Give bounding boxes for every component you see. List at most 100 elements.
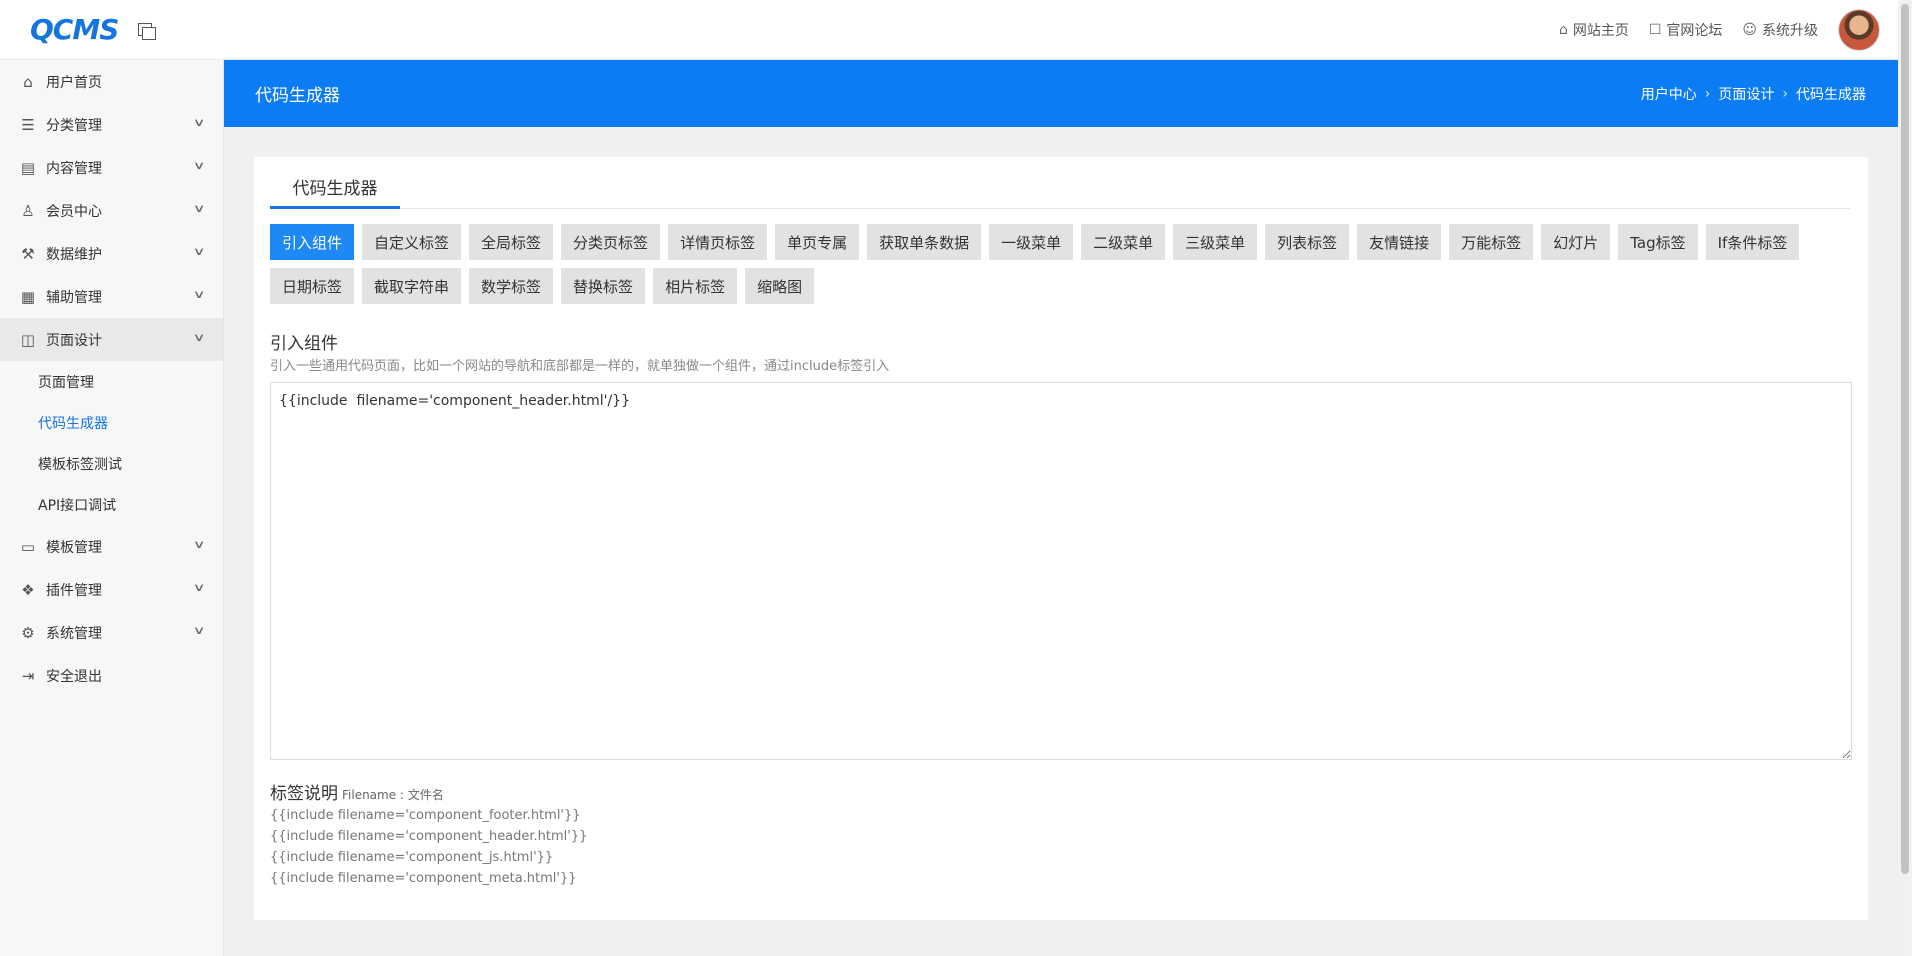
sidebar-item-label: 数据维护 [46, 246, 102, 263]
tag-button-group: 引入组件 自定义标签 全局标签 分类页标签 详情页标签 单页专属 获取单条数据 一级菜单 二级菜… [270, 224, 1850, 304]
tag-button[interactable]: 引入组件 [270, 224, 355, 260]
sidebar-subitem-code-generator[interactable]: 代码生成器 [0, 402, 223, 443]
smile-icon: ☺ [1742, 21, 1757, 38]
sidebar-item-label: 辅助管理 [46, 289, 102, 306]
tag-button[interactable]: 相片标签 [653, 268, 738, 304]
scrollbar-thumb[interactable] [1901, 4, 1909, 874]
tag-button[interactable]: 万能标签 [1449, 224, 1534, 260]
sidebar-item-label: 系统管理 [46, 625, 102, 642]
explain-heading: 标签说明 Filename : 文件名 [270, 779, 444, 804]
sidebar-item-label: 页面设计 [46, 332, 102, 349]
chevron-down-icon: ∨ [192, 245, 206, 258]
tag-button[interactable]: 全局标签 [469, 224, 554, 260]
tag-button[interactable]: 获取单条数据 [867, 224, 982, 260]
example-line: {{include filename='component_js.html'}} [270, 850, 554, 865]
tag-button[interactable]: 友情链接 [1357, 224, 1442, 260]
top-bar: QCMS ⌂ 网站主页 ☐ 官网论坛 ☺ 系统升级 [0, 0, 1898, 60]
tag-button[interactable]: 二级菜单 [1081, 224, 1166, 260]
sidebar-item-system[interactable]: ⚙ 系统管理 ∨ [0, 611, 223, 654]
page-title: 代码生成器 [255, 86, 340, 106]
chevron-down-icon: ∨ [192, 202, 206, 215]
forum-link[interactable]: ☐ 官网论坛 [1649, 20, 1723, 40]
logout-icon: ⇥ [21, 666, 35, 685]
sidebar-item-label: 会员中心 [46, 203, 102, 220]
example-line: {{include filename='component_meta.html'… [270, 871, 577, 886]
home-icon: ⌂ [23, 72, 33, 91]
website-home-link[interactable]: ⌂ 网站主页 [1559, 20, 1629, 40]
website-home-label: 网站主页 [1572, 22, 1629, 39]
sidebar-item-label: 内容管理 [46, 160, 102, 177]
sidebar-item-logout[interactable]: ⇥ 安全退出 [0, 654, 223, 697]
window-icon: ▭ [20, 537, 36, 556]
tag-button[interactable]: 单页专属 [775, 224, 860, 260]
explain-subtitle: Filename : 文件名 [342, 788, 444, 802]
example-line: {{include filename='component_header.htm… [270, 829, 588, 844]
forum-icon: ☐ [1648, 21, 1662, 38]
sidebar-toggle-icon[interactable] [136, 20, 157, 40]
tag-button[interactable]: 缩略图 [745, 268, 815, 304]
chevron-down-icon: ∨ [192, 331, 206, 344]
logo[interactable]: QCMS [30, 13, 119, 46]
top-links: ⌂ 网站主页 ☐ 官网论坛 ☺ 系统升级 [1559, 8, 1880, 51]
chevron-down-icon: ∨ [192, 159, 206, 172]
plugin-icon: ❖ [21, 580, 35, 599]
tag-button[interactable]: 三级菜单 [1173, 224, 1258, 260]
sidebar-item-plugins[interactable]: ❖ 插件管理 ∨ [0, 568, 223, 611]
breadcrumb-item: 代码生成器 [1796, 86, 1866, 103]
user-icon: ♙ [21, 201, 35, 220]
tab-code-generator[interactable]: 代码生成器 [270, 167, 400, 209]
sidebar-item-user-home[interactable]: ⌂ 用户首页 [0, 60, 223, 103]
home-icon: ⌂ [1558, 21, 1568, 38]
chevron-right-icon: › [1782, 85, 1788, 102]
sidebar-item-page-design[interactable]: ◫ 页面设计 ∨ [0, 318, 223, 361]
tag-button[interactable]: 幻灯片 [1541, 224, 1611, 260]
sidebar-item-label: 插件管理 [46, 582, 102, 599]
system-upgrade-link[interactable]: ☺ 系统升级 [1742, 20, 1818, 40]
chevron-down-icon: ∨ [192, 624, 206, 637]
avatar[interactable] [1838, 8, 1880, 51]
page-scrollbar[interactable] [1898, 0, 1912, 956]
sidebar-item-auxiliary[interactable]: ▦ 辅助管理 ∨ [0, 275, 223, 318]
main-card: 代码生成器 引入组件 自定义标签 全局标签 分类页标签 详情页标签 单页专属 获取单条数据一… [254, 157, 1868, 920]
sidebar-item-content[interactable]: ▤ 内容管理 ∨ [0, 146, 223, 189]
tag-button[interactable]: 截取字符串 [362, 268, 462, 304]
tag-button[interactable]: 日期标签 [270, 268, 355, 304]
tag-button[interactable]: 详情页标签 [668, 224, 768, 260]
sidebar-item-templates[interactable]: ▭ 模板管理 ∨ [0, 525, 223, 568]
tag-button[interactable]: 数学标签 [469, 268, 554, 304]
chevron-down-icon: ∨ [192, 288, 206, 301]
grid-icon: ▦ [20, 287, 36, 306]
breadcrumb-item[interactable]: 用户中心 [1641, 84, 1697, 104]
page-header: 代码生成器 用户中心 › 页面设计 › 代码生成器 [224, 60, 1898, 127]
sidebar-item-label: 安全退出 [46, 668, 102, 685]
tag-button[interactable]: 自定义标签 [362, 224, 462, 260]
sidebar-item-members[interactable]: ♙ 会员中心 ∨ [0, 189, 223, 232]
sidebar-item-category[interactable]: ☰ 分类管理 ∨ [0, 103, 223, 146]
chevron-right-icon: › [1704, 85, 1711, 102]
sidebar-item-label: 模板管理 [46, 539, 102, 556]
code-textarea[interactable]: {{include filename='component_header.htm… [270, 382, 1852, 760]
section-description: 引入一些通用代码页面，比如一个网站的导航和底部都是一样的，就单独做一个组件，通过… [270, 359, 890, 374]
list-icon: ☰ [21, 115, 35, 134]
sidebar-subitem-template-tag-test[interactable]: 模板标签测试 [0, 443, 223, 484]
tag-button[interactable]: Tag标签 [1618, 224, 1698, 260]
sidebar-subitem-api-debug[interactable]: API接口调试 [0, 484, 223, 525]
tag-button[interactable]: 替换标签 [561, 268, 646, 304]
sidebar-item-label: 分类管理 [46, 117, 102, 134]
sidebar-subitem-page-manage[interactable]: 页面管理 [0, 361, 223, 402]
system-upgrade-label: 系统升级 [1762, 22, 1818, 39]
tag-button[interactable]: 一级菜单 [989, 224, 1074, 260]
tag-button[interactable]: 分类页标签 [561, 224, 661, 260]
chevron-down-icon: ∨ [192, 581, 206, 594]
breadcrumb: 用户中心 › 页面设计 › 代码生成器 [1641, 84, 1866, 104]
tab-bar: 代码生成器 [270, 167, 1850, 209]
gear-icon: ⚙ [21, 623, 35, 642]
section-title: 引入组件 [270, 334, 338, 354]
explain-title: 标签说明 [270, 784, 338, 804]
tag-button[interactable]: 列表标签 [1265, 224, 1350, 260]
tag-button[interactable]: If条件标签 [1705, 224, 1800, 260]
sidebar-item-data[interactable]: ⚒ 数据维护 ∨ [0, 232, 223, 275]
breadcrumb-item[interactable]: 页面设计 [1718, 84, 1774, 104]
document-icon: ▤ [20, 158, 36, 177]
example-line: {{include filename='component_footer.htm… [270, 808, 581, 823]
